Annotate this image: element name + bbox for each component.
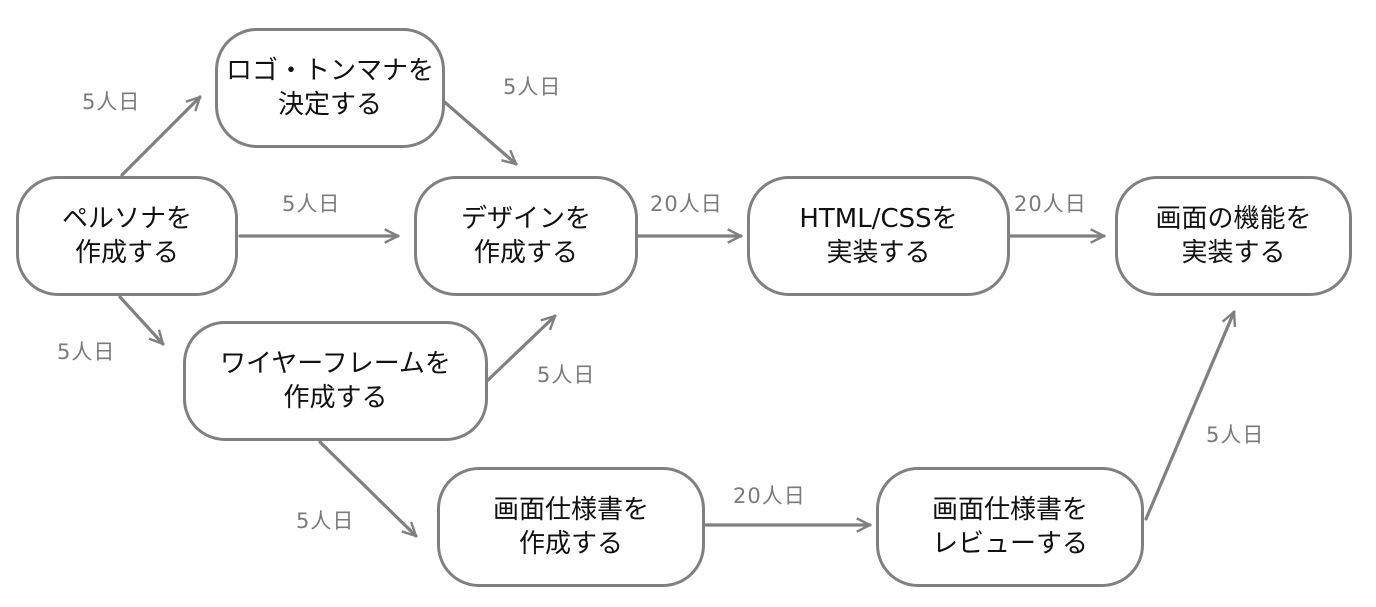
edge-label-persona-logo: 5人日: [82, 90, 141, 114]
node-logo[interactable]: ロゴ・トンマナを 決定する: [215, 28, 445, 148]
node-review[interactable]: 画面仕様書を レビューする: [876, 467, 1144, 587]
edge-logo-design: [431, 90, 516, 164]
node-wireframe-line2: 作成する: [283, 383, 388, 413]
node-logo-line2: 決定する: [277, 90, 382, 120]
edge-label-review-features: 5人日: [1206, 423, 1265, 447]
node-review-line2: レビューする: [931, 529, 1088, 559]
node-persona[interactable]: ペルソナを 作成する: [16, 176, 238, 296]
node-htmlcss[interactable]: HTML/CSSを 実装する: [747, 176, 1010, 296]
edge-label-logo-design: 5人日: [503, 75, 562, 99]
edge-label-persona-wireframe: 5人日: [57, 340, 116, 364]
node-design-line2: 作成する: [473, 238, 578, 268]
node-spec-line2: 作成する: [518, 529, 623, 559]
node-design-line1: デザインを: [460, 204, 591, 234]
node-persona-line2: 作成する: [74, 238, 179, 268]
node-logo-line1: ロゴ・トンマナを: [225, 56, 434, 86]
node-htmlcss-line1: HTML/CSSを: [799, 204, 958, 234]
edge-label-design-htmlcss: 20人日: [650, 192, 723, 216]
node-features[interactable]: 画面の機能を 実装する: [1115, 176, 1352, 296]
node-features-line1: 画面の機能を: [1155, 204, 1312, 234]
edge-review-features: [1144, 312, 1234, 521]
node-htmlcss-line2: 実装する: [826, 238, 931, 268]
edge-persona-wireframe: [118, 295, 163, 344]
edge-label-persona-design: 5人日: [282, 192, 341, 216]
edge-label-htmlcss-features: 20人日: [1014, 192, 1087, 216]
edge-label-spec-review: 20人日: [733, 484, 806, 508]
node-wireframe-line1: ワイヤーフレームを: [220, 349, 451, 379]
diagram-canvas: ペルソナを 作成する ロゴ・トンマナを 決定する ワイヤーフレームを 作成する …: [0, 0, 1376, 607]
node-wireframe[interactable]: ワイヤーフレームを 作成する: [183, 321, 488, 441]
node-persona-line1: ペルソナを: [61, 204, 192, 234]
node-design[interactable]: デザインを 作成する: [414, 176, 638, 296]
node-features-line2: 実装する: [1181, 238, 1286, 268]
edge-label-wireframe-design: 5人日: [537, 363, 596, 387]
node-spec[interactable]: 画面仕様書を 作成する: [437, 467, 705, 587]
node-spec-line1: 画面仕様書を: [492, 495, 649, 525]
node-review-line1: 画面仕様書を: [931, 495, 1088, 525]
edge-label-wireframe-spec: 5人日: [296, 509, 355, 533]
